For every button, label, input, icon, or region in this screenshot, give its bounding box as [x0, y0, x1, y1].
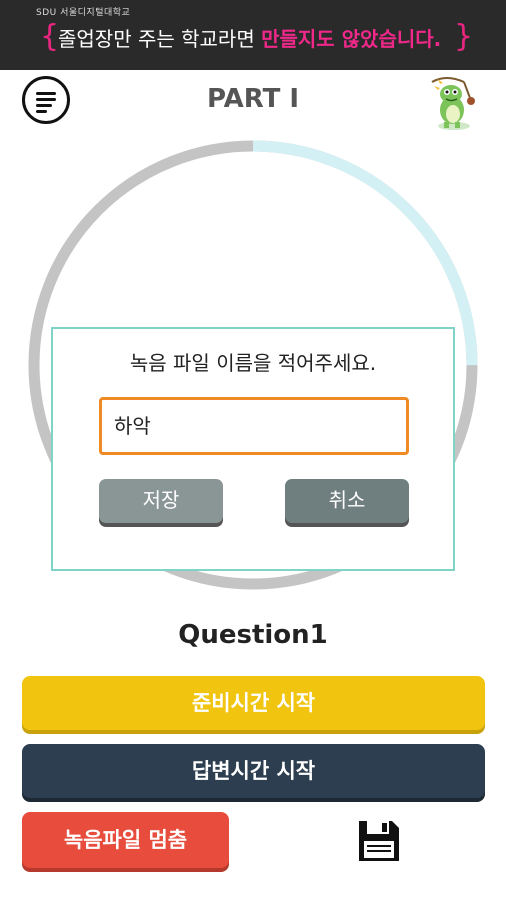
filename-input[interactable]: 하악	[99, 397, 409, 455]
question-label: Question1	[178, 620, 328, 650]
prep-time-start-button[interactable]: 준비시간 시작	[22, 676, 485, 730]
filename-dialog: 녹음 파일 이름을 적어주세요. 하악 저장 취소	[51, 327, 455, 571]
cancel-button[interactable]: 취소	[285, 479, 409, 523]
answer-time-start-button[interactable]: 답변시간 시작	[22, 744, 485, 798]
floppy-disk-icon[interactable]	[356, 818, 402, 864]
dialog-prompt: 녹음 파일 이름을 적어주세요.	[129, 351, 377, 375]
stop-recording-button[interactable]: 녹음파일 멈춤	[22, 812, 229, 868]
save-button[interactable]: 저장	[99, 479, 223, 523]
